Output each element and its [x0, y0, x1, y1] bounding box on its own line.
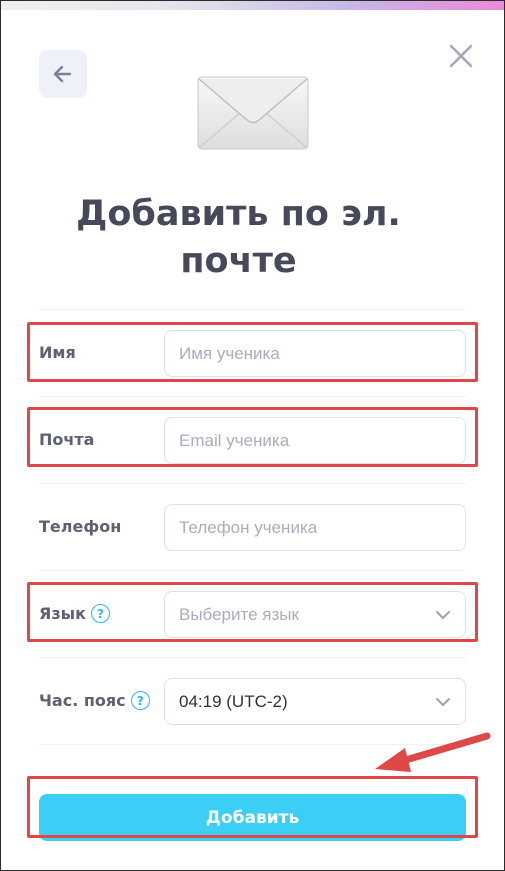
name-label-text: Имя — [39, 343, 76, 362]
phone-label: Телефон — [39, 517, 121, 536]
email-input[interactable] — [164, 417, 466, 464]
divider — [39, 657, 466, 658]
chevron-down-icon — [436, 611, 450, 619]
divider — [39, 309, 466, 310]
close-icon — [449, 44, 473, 68]
screenshot-frame: Добавить по эл. почте Имя Почта Телефон … — [0, 0, 505, 871]
question-circle-icon[interactable]: ? — [130, 691, 150, 710]
language-label-text: Язык — [39, 604, 86, 623]
timezone-select[interactable]: 04:19 (UTC-2) — [164, 678, 466, 725]
top-gradient-bar — [1, 1, 504, 10]
language-select[interactable]: Выберите язык — [164, 591, 466, 638]
chevron-down-icon — [436, 698, 450, 706]
arrow-left-icon — [53, 65, 72, 83]
name-label: Имя — [39, 343, 76, 362]
name-input[interactable] — [164, 330, 466, 377]
envelope-icon — [197, 76, 309, 150]
phone-input[interactable] — [164, 504, 466, 551]
back-button[interactable] — [39, 50, 87, 98]
timezone-select-value: 04:19 (UTC-2) — [179, 691, 288, 711]
annotation-arrow — [375, 732, 491, 772]
close-button[interactable] — [445, 40, 477, 72]
divider — [39, 570, 466, 571]
email-label-text: Почта — [39, 430, 95, 449]
page-title: Добавить по эл. почте — [76, 194, 401, 281]
divider — [39, 483, 466, 484]
language-label: Язык ? — [39, 604, 110, 623]
divider — [39, 396, 466, 397]
email-label: Почта — [39, 430, 94, 449]
question-circle-icon[interactable]: ? — [90, 604, 110, 623]
add-by-email-dialog: Добавить по эл. почте Имя Почта Телефон … — [1, 10, 504, 870]
add-button[interactable]: Добавить — [39, 794, 466, 841]
timezone-label-text: Час. пояс — [39, 691, 126, 710]
phone-label-text: Телефон — [39, 517, 122, 536]
divider — [39, 744, 466, 745]
language-select-placeholder: Выберите язык — [179, 604, 299, 624]
timezone-label: Час. пояс ? — [39, 691, 150, 710]
